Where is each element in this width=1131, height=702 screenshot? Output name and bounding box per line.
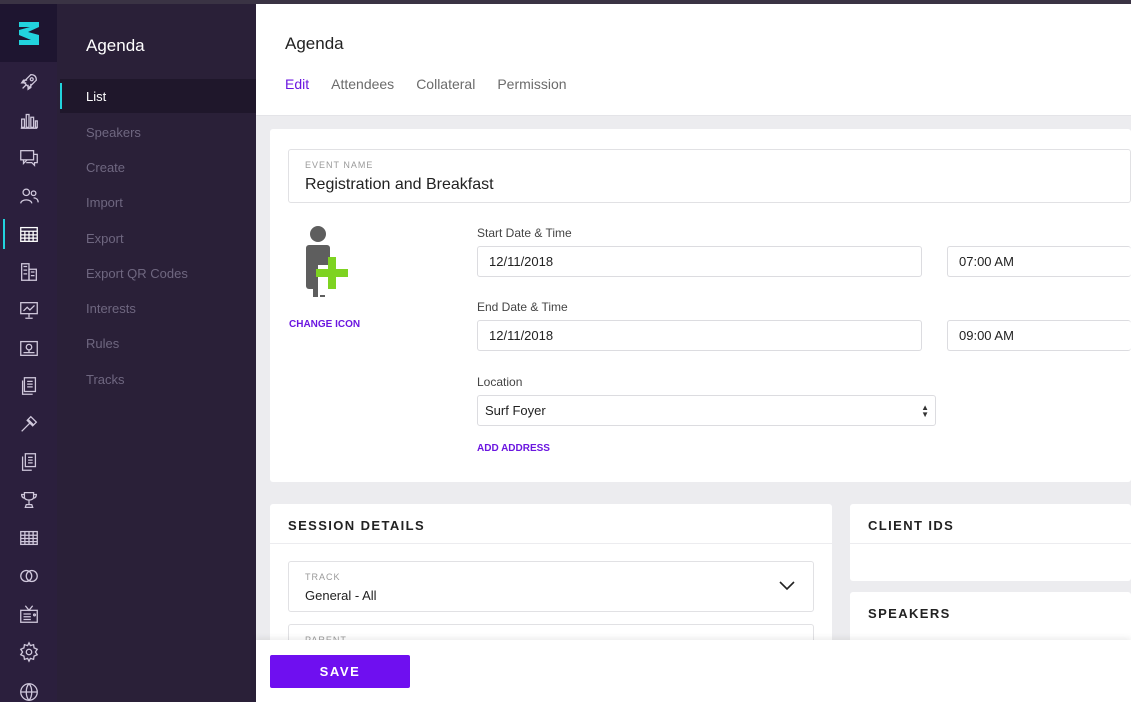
chat-icon[interactable]: [0, 140, 57, 176]
grid-icon[interactable]: [0, 520, 57, 556]
secondary-sidebar: Agenda List Speakers Create Import Expor…: [57, 4, 256, 702]
select-arrows-icon: ▲ ▼: [921, 403, 929, 419]
tools-icon[interactable]: [0, 406, 57, 442]
documents-icon[interactable]: [0, 368, 57, 404]
track-select[interactable]: TRACK General - All: [288, 561, 814, 612]
copy-icon[interactable]: [0, 444, 57, 480]
gear-icon[interactable]: [0, 634, 57, 670]
end-date-input[interactable]: 12/11/2018: [477, 320, 922, 351]
main-content: Agenda Edit Attendees Collateral Permiss…: [256, 4, 1131, 702]
rings-icon[interactable]: [0, 558, 57, 594]
location-value: Surf Foyer: [485, 403, 546, 418]
agenda-table-icon[interactable]: [0, 216, 57, 252]
event-name-value[interactable]: Registration and Breakfast: [305, 176, 494, 194]
sidebar-item-import[interactable]: Import: [57, 185, 256, 219]
event-details-card: EVENT NAME Registration and Breakfast CH…: [270, 129, 1131, 482]
event-name-field[interactable]: EVENT NAME Registration and Breakfast: [288, 149, 1131, 203]
sidebar-item-export-qr-codes[interactable]: Export QR Codes: [57, 256, 256, 290]
users-icon[interactable]: [0, 178, 57, 214]
start-time-input[interactable]: 07:00 AM: [947, 246, 1131, 277]
start-date-input[interactable]: 12/11/2018: [477, 246, 922, 277]
tv-icon[interactable]: [0, 596, 57, 632]
end-date-label: End Date & Time: [477, 300, 568, 314]
event-icon: [298, 225, 352, 301]
session-details-title: SESSION DETAILS: [288, 518, 426, 533]
rocket-icon[interactable]: [0, 64, 57, 100]
page-title: Agenda: [285, 34, 344, 53]
add-address-link[interactable]: ADD ADDRESS: [477, 443, 550, 454]
trophy-icon[interactable]: [0, 482, 57, 518]
sidebar-item-rules[interactable]: Rules: [57, 326, 256, 360]
buildings-icon[interactable]: [0, 254, 57, 290]
location-label: Location: [477, 375, 523, 389]
track-caption: TRACK: [305, 572, 341, 582]
map-icon[interactable]: [0, 330, 57, 366]
sidebar-item-list[interactable]: List: [60, 79, 256, 113]
change-icon-link[interactable]: CHANGE ICON: [289, 319, 360, 330]
footer-bar: SAVE: [256, 640, 1131, 702]
tab-edit[interactable]: Edit: [285, 76, 309, 92]
divider: [270, 543, 832, 544]
tab-attendees[interactable]: Attendees: [331, 76, 394, 92]
page-header: Agenda Edit Attendees Collateral Permiss…: [256, 4, 1131, 116]
sidebar-item-interests[interactable]: Interests: [57, 291, 256, 325]
client-ids-card: CLIENT IDS: [850, 504, 1131, 581]
tab-collateral[interactable]: Collateral: [416, 76, 475, 92]
globe-icon[interactable]: [0, 674, 57, 702]
sidebar-item-export[interactable]: Export: [57, 221, 256, 255]
sidebar-item-speakers[interactable]: Speakers: [57, 115, 256, 149]
track-value: General - All: [305, 588, 377, 603]
location-select[interactable]: Surf Foyer ▲ ▼: [477, 395, 936, 426]
tab-bar: Edit Attendees Collateral Permission: [285, 76, 567, 92]
divider: [850, 543, 1131, 544]
sidebar-item-tracks[interactable]: Tracks: [57, 362, 256, 396]
presentation-icon[interactable]: [0, 292, 57, 328]
client-ids-title: CLIENT IDS: [868, 518, 955, 533]
icon-rail: [0, 4, 57, 702]
chevron-down-icon[interactable]: [779, 578, 795, 596]
event-name-caption: EVENT NAME: [305, 160, 374, 170]
speakers-title: SPEAKERS: [868, 606, 951, 621]
sidebar-title: Agenda: [86, 36, 145, 55]
start-date-label: Start Date & Time: [477, 226, 572, 240]
sidebar-item-create[interactable]: Create: [57, 150, 256, 184]
tab-permission[interactable]: Permission: [497, 76, 566, 92]
bar-chart-icon[interactable]: [0, 102, 57, 138]
z-logo-icon[interactable]: [0, 4, 57, 62]
save-button[interactable]: SAVE: [270, 655, 410, 688]
end-time-input[interactable]: 09:00 AM: [947, 320, 1131, 351]
